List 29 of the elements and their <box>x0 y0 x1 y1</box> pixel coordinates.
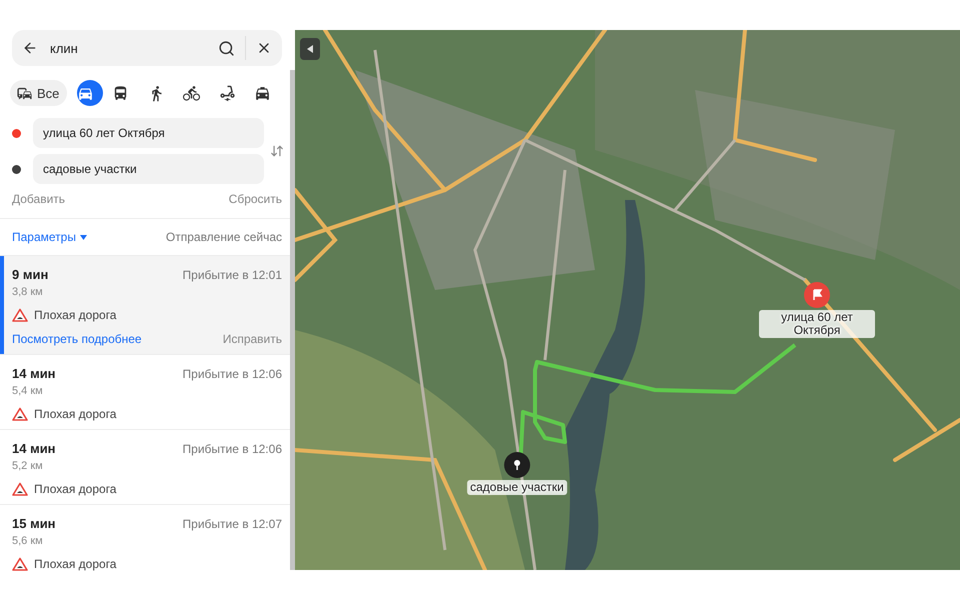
departure-time[interactable]: Отправление сейчас <box>166 230 282 244</box>
details-link[interactable]: Посмотреть подробнее <box>12 332 142 346</box>
arrival-time: Прибытие в 12:07 <box>182 516 282 530</box>
route-duration: 14 мин <box>12 441 56 456</box>
road-warning: Плохая дорога <box>34 308 116 322</box>
place-label: садовые участки <box>467 480 567 496</box>
arrival-time: Прибытие в 12:01 <box>182 268 282 282</box>
search-field[interactable]: клин <box>12 30 282 66</box>
road-warning: Плохая дорога <box>34 407 116 421</box>
route-distance: 3,8 км <box>12 286 44 298</box>
waypoint-field[interactable]: садовые участки <box>33 154 264 184</box>
waypoint-field[interactable]: улица 60 лет Октября <box>33 118 264 148</box>
route-duration: 14 мин <box>12 366 56 381</box>
all-modes-tab[interactable]: Все <box>10 80 68 106</box>
route-distance: 5,6 км <box>12 535 44 547</box>
road-warning: Плохая дорога <box>34 482 116 496</box>
route-distance: 5,4 км <box>12 385 44 397</box>
route-option[interactable]: 9 мин Прибытие в 12:01 3,8 км Плохая дорога Посмотреть подробнее Исправить <box>0 255 290 354</box>
arrival-time: Прибытие в 12:06 <box>182 366 282 380</box>
route-duration: 9 мин <box>12 267 48 282</box>
arrival-time: Прибытие в 12:06 <box>182 442 282 456</box>
place-label: улица 60 лет Октября <box>759 310 875 338</box>
add-link[interactable]: Добавить <box>12 192 66 206</box>
road-warning: Плохая дорога <box>34 557 116 571</box>
reset-link[interactable]: Сбросить <box>228 192 282 206</box>
parameters-button[interactable]: Параметры <box>12 230 87 244</box>
search-input[interactable]: клин <box>48 40 208 56</box>
route-distance: 5,2 км <box>12 460 44 472</box>
route-duration: 15 мин <box>12 516 56 531</box>
